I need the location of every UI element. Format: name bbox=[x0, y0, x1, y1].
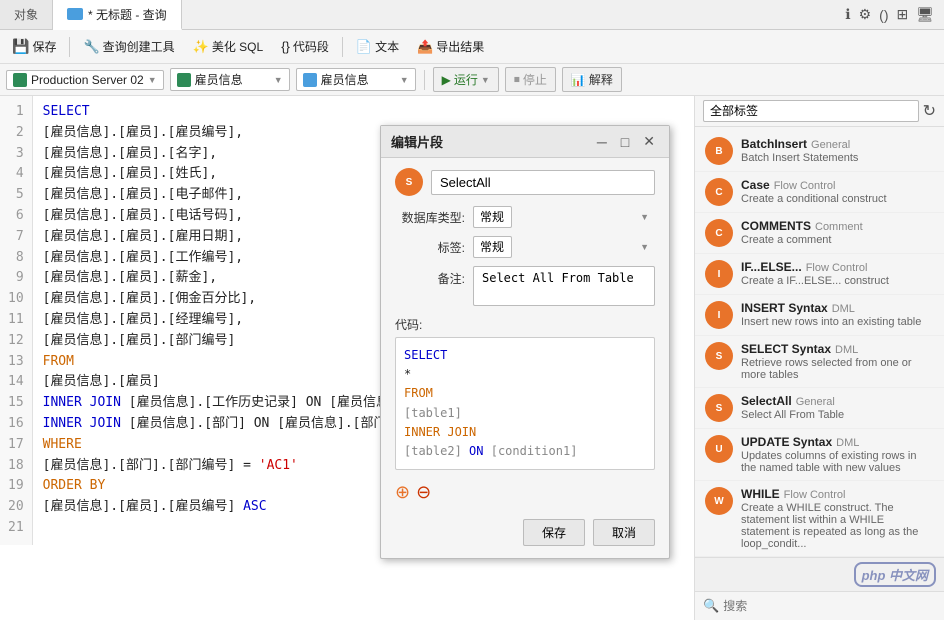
note-textarea[interactable] bbox=[473, 266, 655, 306]
modal-dbtype-row: 数据库类型: 常规 bbox=[395, 206, 655, 228]
add-snippet-button[interactable]: ⊕ bbox=[395, 482, 410, 503]
modal-logo: S bbox=[395, 168, 423, 196]
modal-maximize-button[interactable]: □ bbox=[617, 134, 633, 150]
modal-code-line: INNER JOIN bbox=[404, 423, 646, 442]
modal-note-row: 备注: bbox=[395, 266, 655, 306]
modal-code-line: SELECT bbox=[404, 346, 646, 365]
dbtype-select-wrap: 常规 bbox=[473, 206, 655, 228]
modal-tag-row: 标签: 常规 bbox=[395, 236, 655, 258]
modal-code-line: [table1] bbox=[404, 404, 646, 423]
snippet-name-input[interactable] bbox=[431, 170, 655, 195]
modal-body: S 数据库类型: 常规 标签: 常规 bbox=[381, 158, 669, 558]
dbtype-label: 数据库类型: bbox=[395, 209, 465, 226]
modal-code-line: * bbox=[404, 365, 646, 384]
modal-minimize-button[interactable]: ─ bbox=[593, 134, 611, 150]
modal-title: 编辑片段 bbox=[391, 132, 587, 151]
edit-snippet-modal: 编辑片段 ─ □ ✕ S 数据库类型: 常规 标签: bbox=[380, 125, 670, 559]
modal-code-line: [table2] ON [condition1] bbox=[404, 442, 646, 461]
modal-close-button[interactable]: ✕ bbox=[639, 133, 659, 150]
tag-select-wrap: 常规 bbox=[473, 236, 655, 258]
modal-name-row: S bbox=[395, 168, 655, 196]
code-box: SELECT*FROM [table1]INNER JOIN [table2] … bbox=[395, 337, 655, 470]
modal-toolbar: ⊕ ⊖ bbox=[395, 478, 655, 507]
modal-footer: 保存 取消 bbox=[395, 515, 655, 548]
code-section-label: 代码: bbox=[395, 316, 655, 333]
remove-snippet-button[interactable]: ⊖ bbox=[416, 482, 431, 503]
dbtype-select[interactable]: 常规 bbox=[473, 206, 512, 228]
modal-cancel-button[interactable]: 取消 bbox=[593, 519, 655, 546]
modal-header: 编辑片段 ─ □ ✕ bbox=[381, 126, 669, 158]
modal-code-line: FROM bbox=[404, 384, 646, 403]
modal-tag-select[interactable]: 常规 bbox=[473, 236, 512, 258]
tag-label: 标签: bbox=[395, 239, 465, 256]
modal-save-button[interactable]: 保存 bbox=[523, 519, 585, 546]
note-label: 备注: bbox=[395, 266, 465, 287]
modal-overlay: 编辑片段 ─ □ ✕ S 数据库类型: 常规 标签: bbox=[0, 0, 944, 620]
